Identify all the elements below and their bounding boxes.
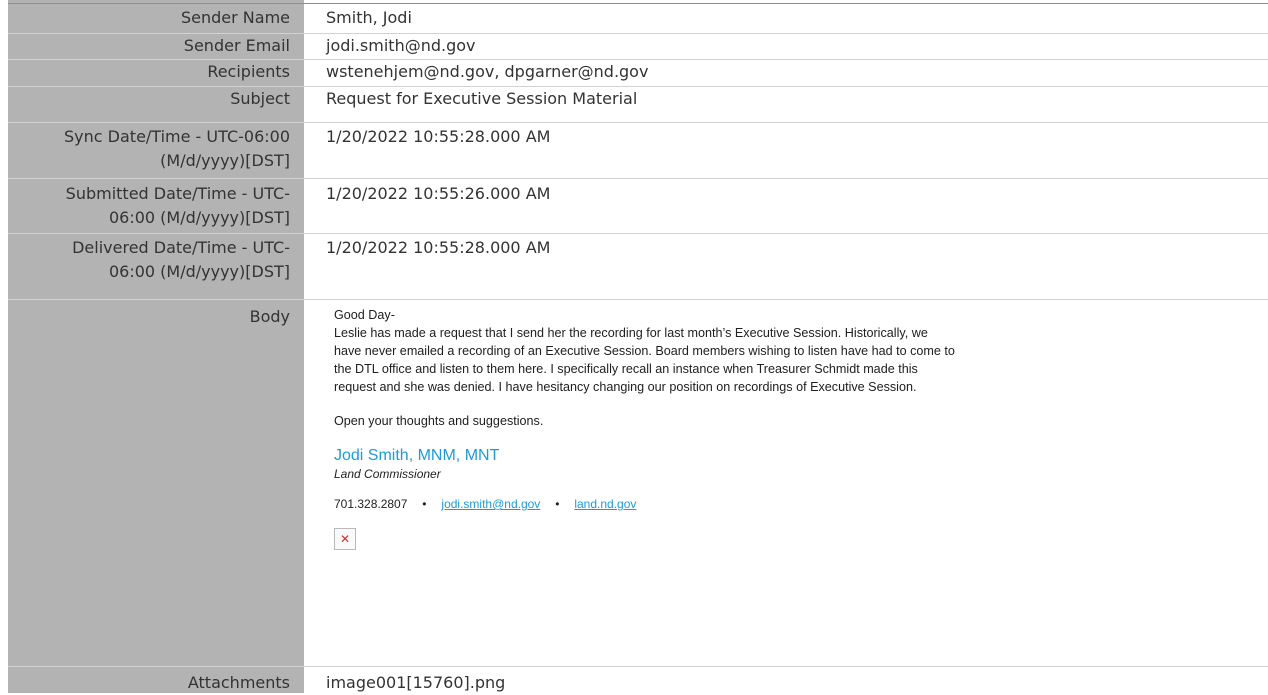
body-line: the DTL office and listen to them here. …	[334, 362, 918, 376]
sender-name-value: Smith, Jodi	[326, 8, 412, 27]
attachment-name[interactable]: image001[15760].png	[326, 671, 505, 695]
subject-value: Request for Executive Session Material	[326, 89, 638, 108]
field-label: Attachments	[187, 673, 290, 692]
email-metadata-sheet: Sender Name Smith, Jodi Sender Email jod…	[0, 0, 1268, 693]
field-label: Submitted Date/Time - UTC- 06:00 (M/d/yy…	[8, 182, 290, 230]
field-row-attachments: Attachments image001[15760].png	[8, 667, 1268, 693]
field-label-line: Delivered Date/Time - UTC-	[72, 238, 290, 257]
field-label-line: 06:00 (M/d/yyyy)[DST]	[108, 262, 290, 281]
sync-date-value: 1/20/2022 10:55:28.000 AM	[326, 127, 551, 146]
email-body: Good Day- Leslie has made a request that…	[334, 306, 1234, 550]
top-divider	[8, 3, 1268, 4]
field-label-line: (M/d/yyyy)[DST]	[160, 151, 290, 170]
field-label-line: Submitted Date/Time - UTC-	[65, 184, 290, 203]
signature-email-link[interactable]: jodi.smith@nd.gov	[441, 496, 540, 512]
field-label: Sender Email	[183, 36, 290, 55]
field-row-subject: Subject Request for Executive Session Ma…	[8, 87, 1268, 123]
field-row-sender-email: Sender Email jodi.smith@nd.gov	[8, 34, 1268, 60]
signature-title: Land Commissioner	[334, 467, 441, 481]
field-row-sender-name: Sender Name Smith, Jodi	[8, 6, 1268, 34]
field-row-delivered-date: Delivered Date/Time - UTC- 06:00 (M/d/yy…	[8, 234, 1268, 300]
signature-phone: 701.328.2807	[334, 497, 408, 511]
body-line: have never emailed a recording of an Exe…	[334, 344, 955, 358]
field-label: Sync Date/Time - UTC-06:00 (M/d/yyyy)[DS…	[8, 125, 290, 173]
sender-email-value: jodi.smith@nd.gov	[326, 36, 476, 55]
broken-image-icon: ✕	[334, 528, 356, 550]
field-row-sync-date: Sync Date/Time - UTC-06:00 (M/d/yyyy)[DS…	[8, 123, 1268, 179]
submitted-date-value: 1/20/2022 10:55:26.000 AM	[326, 184, 551, 203]
field-label: Delivered Date/Time - UTC- 06:00 (M/d/yy…	[8, 236, 290, 284]
signature-website-link[interactable]: land.nd.gov	[574, 496, 636, 512]
field-row-body: Body Good Day- Leslie has made a request…	[8, 300, 1268, 667]
recipients-value: wstenehjem@nd.gov, dpgarner@nd.gov	[326, 62, 649, 81]
field-label: Subject	[230, 89, 290, 108]
signature-name: Jodi Smith, MNM, MNT	[334, 447, 500, 464]
separator-bullet: •	[555, 497, 560, 511]
body-line: Leslie has made a request that I send he…	[334, 326, 928, 340]
field-label-line: 06:00 (M/d/yyyy)[DST]	[108, 208, 290, 227]
field-label: Recipients	[207, 62, 290, 81]
signature-contact: 701.328.2807 • jodi.smith@nd.gov • land.…	[334, 496, 1234, 512]
body-line: request and she was denied. I have hesit…	[334, 380, 917, 394]
delivered-date-value: 1/20/2022 10:55:28.000 AM	[326, 238, 551, 257]
field-label: Body	[249, 307, 290, 326]
separator-bullet: •	[422, 497, 427, 511]
field-label-line: Sync Date/Time - UTC-06:00	[64, 127, 290, 146]
field-row-submitted-date: Submitted Date/Time - UTC- 06:00 (M/d/yy…	[8, 179, 1268, 234]
field-row-recipients: Recipients wstenehjem@nd.gov, dpgarner@n…	[8, 60, 1268, 87]
body-greeting: Good Day-	[334, 308, 395, 322]
body-text: Good Day- Leslie has made a request that…	[334, 306, 1234, 430]
field-label: Sender Name	[180, 8, 290, 27]
body-closing: Open your thoughts and suggestions.	[334, 414, 544, 428]
